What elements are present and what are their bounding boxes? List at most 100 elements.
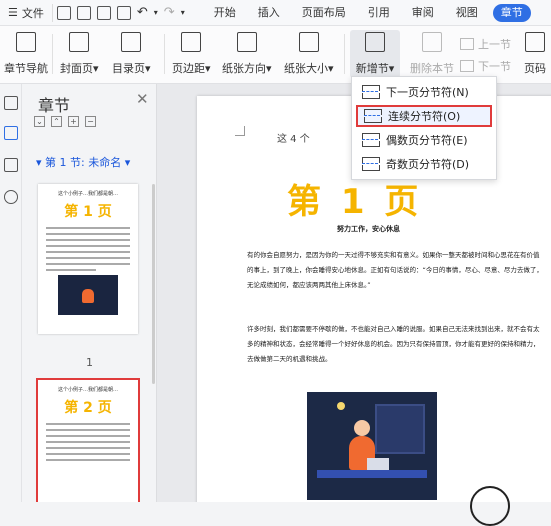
paper-size-button[interactable]: 纸张大小▾ xyxy=(284,30,334,78)
paper-size-icon xyxy=(298,32,319,52)
outline-icon[interactable] xyxy=(4,96,18,110)
panel-scrollbar[interactable] xyxy=(152,184,155,384)
paper-size-label: 纸张大小▾ xyxy=(284,62,334,75)
section-break-icon xyxy=(362,85,380,99)
new-section-icon xyxy=(365,32,385,52)
next-page-section-break[interactable]: 下一页分节符(N) xyxy=(356,81,492,103)
chapter-panel: 章节 ✕ ⌄ ⌃ + − ▾ 第 1 节: 未命名 ▾ 这个小例子…我们都是朝…… xyxy=(22,84,157,502)
cover-page-label: 封面页▾ xyxy=(60,62,99,75)
delete-section-button[interactable]: 删除本节 xyxy=(410,30,454,78)
even-page-section-break[interactable]: 偶数页分节符(E) xyxy=(356,129,492,151)
thumb-header: 这个小例子…我们都是朝… xyxy=(57,387,118,393)
tab-chapter[interactable]: 章节 xyxy=(492,3,531,22)
new-section-button[interactable]: 新增节▾ xyxy=(350,30,400,78)
next-section-icon xyxy=(460,60,474,72)
page-number-icon xyxy=(525,32,545,52)
panel-title: 章节 xyxy=(38,96,71,115)
new-section-label: 新增节▾ xyxy=(355,62,395,75)
thumb-header: 这个小例子…我们都是朝… xyxy=(57,191,118,197)
page-thumbnail-1[interactable]: 这个小例子…我们都是朝… 第 1 页 xyxy=(38,184,138,334)
page-header: 这 4 个 xyxy=(277,134,310,145)
orientation-icon xyxy=(236,32,257,52)
bookmark-icon[interactable] xyxy=(4,158,18,172)
chapter-nav-label: 章节导航 xyxy=(4,62,48,75)
divider xyxy=(52,34,53,74)
orientation-button[interactable]: 纸张方向▾ xyxy=(222,30,272,78)
menu-item-label: 连续分节符(O) xyxy=(388,110,461,123)
page-thumbnail-2[interactable]: 这个小例子…我们都是朝… 第 2 页 xyxy=(36,378,140,502)
file-menu-label: 文件 xyxy=(21,6,44,20)
divider xyxy=(344,34,345,74)
section-break-icon xyxy=(362,133,380,147)
undo-dropdown-icon[interactable]: ▾ xyxy=(154,8,158,17)
close-icon[interactable]: ✕ xyxy=(136,90,149,108)
margin-label: 页边距▾ xyxy=(172,62,211,75)
menu-item-label: 下一页分节符(N) xyxy=(386,86,469,99)
page-number-label: 页码 xyxy=(524,62,546,75)
tab-review[interactable]: 审阅 xyxy=(401,0,445,26)
page-title: 第 1 页 xyxy=(287,182,423,222)
paragraph-2: 许多时刻，我们都需要不停歇的做，不也能对自己入睡的说服。如果自己无法来找到出来，… xyxy=(247,325,540,363)
next-section-button[interactable]: 下一节 xyxy=(460,58,511,74)
export-icon[interactable] xyxy=(76,5,91,20)
hamburger-icon: ☰ xyxy=(8,6,18,19)
undo-icon[interactable]: ↶ xyxy=(137,5,148,20)
paragraph-1: 有的你会自愿努力，是因为你的一天过得不够充实和有意义。如果你一整天都被时间和心思… xyxy=(247,251,543,289)
prev-section-label: 上一节 xyxy=(478,38,511,51)
page-illustration xyxy=(307,392,437,500)
thumb-text-lines xyxy=(46,423,130,461)
add-icon[interactable]: + xyxy=(68,116,79,127)
prev-section-icon xyxy=(460,38,474,50)
thumb-title: 第 2 页 xyxy=(64,400,112,416)
tab-insert[interactable]: 插入 xyxy=(247,0,291,26)
file-menu[interactable]: ☰ 文件 xyxy=(0,0,52,26)
thumb-text-lines xyxy=(46,227,130,271)
next-section-label: 下一节 xyxy=(478,60,511,73)
tab-layout[interactable]: 页面布局 xyxy=(291,0,357,26)
menu-item-label: 偶数页分节符(E) xyxy=(386,134,468,147)
toc-page-label: 目录页▾ xyxy=(112,62,151,75)
search-icon[interactable] xyxy=(4,190,18,204)
collapse-icon[interactable]: ⌄ xyxy=(34,116,45,127)
thumb-illustration xyxy=(58,275,118,315)
section-heading-label: 第 1 节: 未命名 xyxy=(45,156,122,169)
continuous-section-break[interactable]: 连续分节符(O) xyxy=(356,105,492,127)
chapter-icon[interactable] xyxy=(4,126,18,140)
tab-home[interactable]: 开始 xyxy=(203,0,247,26)
toc-page-icon xyxy=(121,32,142,52)
redo-icon[interactable]: ↷ xyxy=(164,5,175,20)
margin-icon xyxy=(181,32,202,52)
page-number-button[interactable]: 页码 xyxy=(524,30,546,78)
menu-bar: ☰ 文件 ↶ ▾ ↷ ▾ 开始 插入 页面布局 引用 审阅 视图 章节 xyxy=(0,0,551,26)
chapter-nav-icon xyxy=(16,32,36,52)
prev-section-button[interactable]: 上一节 xyxy=(460,36,511,52)
corner-mark xyxy=(235,126,245,136)
margin-button[interactable]: 页边距▾ xyxy=(172,30,211,78)
chapter-nav-button[interactable]: 章节导航 xyxy=(4,30,48,78)
tab-references[interactable]: 引用 xyxy=(357,0,401,26)
thumb-title: 第 1 页 xyxy=(64,204,112,220)
orientation-label: 纸张方向▾ xyxy=(222,62,272,75)
new-section-dropdown: 下一页分节符(N) 连续分节符(O) 偶数页分节符(E) 奇数页分节符(D) xyxy=(351,76,497,180)
print-preview-icon[interactable] xyxy=(116,5,131,20)
section-heading[interactable]: ▾ 第 1 节: 未命名 ▾ xyxy=(36,154,130,170)
expand-icon[interactable]: ⌃ xyxy=(51,116,62,127)
toc-page-button[interactable]: 目录页▾ xyxy=(112,30,151,78)
thumb-page-number: 1 xyxy=(86,356,93,369)
delete-section-icon xyxy=(422,32,442,52)
tab-view[interactable]: 视图 xyxy=(445,0,489,26)
customize-icon[interactable]: ▾ xyxy=(181,8,185,17)
odd-page-section-break[interactable]: 奇数页分节符(D) xyxy=(356,153,492,175)
print-icon[interactable] xyxy=(96,5,111,20)
section-break-icon xyxy=(362,157,380,171)
ribbon-tabs: 开始 插入 页面布局 引用 审阅 视图 章节 xyxy=(203,0,531,26)
cover-page-button[interactable]: 封面页▾ xyxy=(60,30,99,78)
menu-item-label: 奇数页分节符(D) xyxy=(386,158,470,171)
divider xyxy=(164,34,165,74)
left-icon-strip xyxy=(0,84,22,502)
page-subtitle: 努力工作，安心休息 xyxy=(337,225,400,233)
delete-section-label: 删除本节 xyxy=(410,62,454,75)
panel-controls: ⌄ ⌃ + − xyxy=(34,116,96,127)
save-icon[interactable] xyxy=(56,5,71,20)
remove-icon[interactable]: − xyxy=(85,116,96,127)
